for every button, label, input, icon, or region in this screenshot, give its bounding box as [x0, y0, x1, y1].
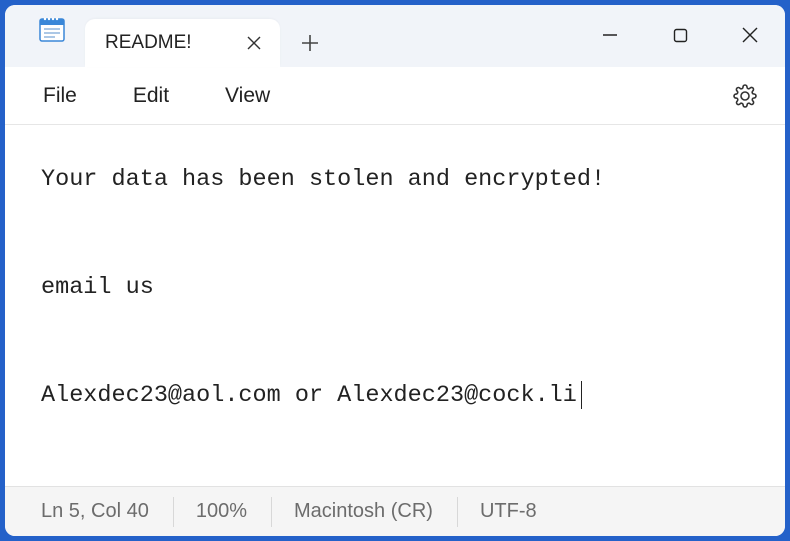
- menu-file[interactable]: File: [15, 76, 105, 116]
- text-editor-content[interactable]: Your data has been stolen and encrypted!…: [5, 125, 785, 486]
- minimize-button[interactable]: [575, 9, 645, 61]
- status-divider: [457, 497, 458, 527]
- close-icon: [742, 27, 758, 43]
- menu-edit[interactable]: Edit: [105, 76, 197, 116]
- content-line: Your data has been stolen and encrypted!: [41, 166, 605, 193]
- text-caret: [581, 381, 582, 409]
- maximize-button[interactable]: [645, 9, 715, 61]
- titlebar: README!: [5, 5, 785, 67]
- gear-icon: [733, 84, 757, 108]
- settings-button[interactable]: [725, 76, 765, 116]
- maximize-icon: [673, 28, 688, 43]
- content-line: Alexdec23@aol.com or Alexdec23@cock.li: [41, 382, 577, 409]
- close-window-button[interactable]: [715, 9, 785, 61]
- status-divider: [173, 497, 174, 527]
- status-zoom[interactable]: 100%: [196, 495, 271, 529]
- status-cursor-position: Ln 5, Col 40: [41, 495, 173, 529]
- statusbar: Ln 5, Col 40 100% Macintosh (CR) UTF-8: [5, 486, 785, 536]
- minimize-icon: [602, 27, 618, 43]
- window-controls: [575, 5, 785, 65]
- notepad-window: README!: [5, 5, 785, 536]
- new-tab-button[interactable]: [290, 23, 330, 63]
- menu-view[interactable]: View: [197, 76, 298, 116]
- menubar: File Edit View: [5, 67, 785, 125]
- status-divider: [271, 497, 272, 527]
- status-line-ending: Macintosh (CR): [294, 495, 457, 529]
- notepad-app-icon: [37, 13, 67, 43]
- plus-icon: [301, 34, 319, 52]
- close-icon: [247, 36, 261, 50]
- tab-close-button[interactable]: [242, 31, 266, 55]
- content-line: email us: [41, 274, 154, 301]
- status-encoding: UTF-8: [480, 495, 561, 529]
- document-tab[interactable]: README!: [85, 19, 280, 67]
- tab-title: README!: [105, 32, 242, 54]
